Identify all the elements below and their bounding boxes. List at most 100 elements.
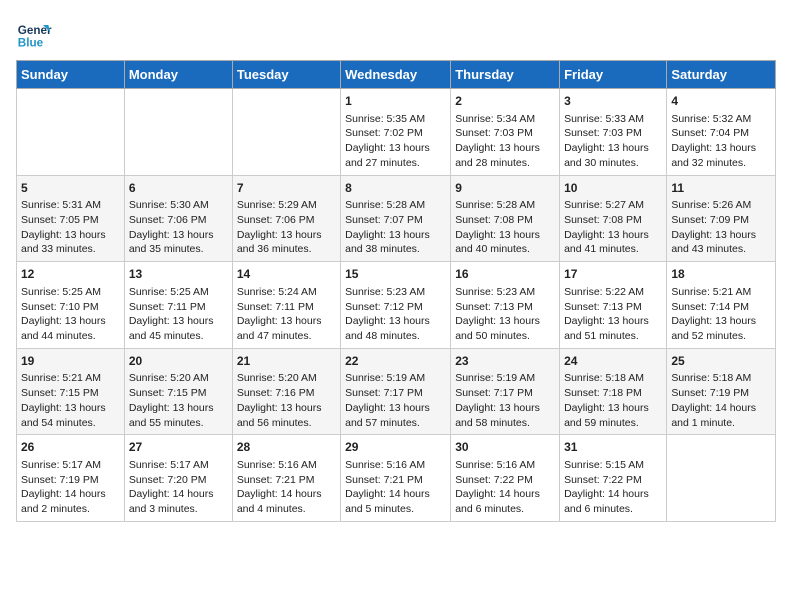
calendar-table: SundayMondayTuesdayWednesdayThursdayFrid… <box>16 60 776 522</box>
daylight-hours: Daylight: 13 hours and 45 minutes. <box>129 314 228 343</box>
sunset-time: Sunset: 7:22 PM <box>564 473 662 488</box>
daylight-hours: Daylight: 14 hours and 4 minutes. <box>237 487 336 516</box>
sunrise-time: Sunrise: 5:17 AM <box>129 458 228 473</box>
sunrise-time: Sunrise: 5:24 AM <box>237 285 336 300</box>
calendar-cell: 7Sunrise: 5:29 AMSunset: 7:06 PMDaylight… <box>232 175 340 262</box>
day-number: 28 <box>237 439 336 456</box>
sunrise-time: Sunrise: 5:22 AM <box>564 285 662 300</box>
daylight-hours: Daylight: 14 hours and 6 minutes. <box>455 487 555 516</box>
sunset-time: Sunset: 7:03 PM <box>564 126 662 141</box>
daylight-hours: Daylight: 13 hours and 36 minutes. <box>237 228 336 257</box>
day-number: 14 <box>237 266 336 283</box>
calendar-cell: 30Sunrise: 5:16 AMSunset: 7:22 PMDayligh… <box>451 435 560 522</box>
weekday-header-monday: Monday <box>124 61 232 89</box>
sunrise-time: Sunrise: 5:32 AM <box>671 112 771 127</box>
sunrise-time: Sunrise: 5:28 AM <box>455 198 555 213</box>
weekday-header-wednesday: Wednesday <box>341 61 451 89</box>
sunrise-time: Sunrise: 5:16 AM <box>455 458 555 473</box>
sunset-time: Sunset: 7:06 PM <box>129 213 228 228</box>
logo: General Blue <box>16 16 52 52</box>
day-number: 17 <box>564 266 662 283</box>
calendar-cell: 31Sunrise: 5:15 AMSunset: 7:22 PMDayligh… <box>560 435 667 522</box>
day-number: 7 <box>237 180 336 197</box>
daylight-hours: Daylight: 14 hours and 3 minutes. <box>129 487 228 516</box>
daylight-hours: Daylight: 13 hours and 50 minutes. <box>455 314 555 343</box>
calendar-cell: 18Sunrise: 5:21 AMSunset: 7:14 PMDayligh… <box>667 262 776 349</box>
daylight-hours: Daylight: 13 hours and 58 minutes. <box>455 401 555 430</box>
sunset-time: Sunset: 7:07 PM <box>345 213 446 228</box>
calendar-cell <box>232 89 340 176</box>
daylight-hours: Daylight: 13 hours and 59 minutes. <box>564 401 662 430</box>
calendar-cell: 20Sunrise: 5:20 AMSunset: 7:15 PMDayligh… <box>124 348 232 435</box>
day-number: 13 <box>129 266 228 283</box>
sunrise-time: Sunrise: 5:28 AM <box>345 198 446 213</box>
calendar-cell: 13Sunrise: 5:25 AMSunset: 7:11 PMDayligh… <box>124 262 232 349</box>
calendar-cell: 26 Sunrise: 5:17 AMSunset: 7:19 PMDayligh… <box>17 435 125 522</box>
sunrise-time: Sunrise: 5:25 AM <box>129 285 228 300</box>
sunrise-time: Sunrise: 5:20 AM <box>237 371 336 386</box>
calendar-cell: 9Sunrise: 5:28 AMSunset: 7:08 PMDaylight… <box>451 175 560 262</box>
daylight-hours: Daylight: 13 hours and 40 minutes. <box>455 228 555 257</box>
day-number: 8 <box>345 180 446 197</box>
sunset-time: Sunset: 7:19 PM <box>21 473 120 488</box>
sunrise-time: Sunrise: 5:16 AM <box>237 458 336 473</box>
day-number: 24 <box>564 353 662 370</box>
sunset-time: Sunset: 7:10 PM <box>21 300 120 315</box>
sunrise-time: Sunrise: 5:27 AM <box>564 198 662 213</box>
daylight-hours: Daylight: 13 hours and 43 minutes. <box>671 228 771 257</box>
calendar-cell: 24Sunrise: 5:18 AMSunset: 7:18 PMDayligh… <box>560 348 667 435</box>
sunset-time: Sunset: 7:19 PM <box>671 386 771 401</box>
sunset-time: Sunset: 7:12 PM <box>345 300 446 315</box>
sunset-time: Sunset: 7:21 PM <box>237 473 336 488</box>
sunrise-time: Sunrise: 5:17 AM <box>21 458 120 473</box>
calendar-cell: 8Sunrise: 5:28 AMSunset: 7:07 PMDaylight… <box>341 175 451 262</box>
sunset-time: Sunset: 7:21 PM <box>345 473 446 488</box>
daylight-hours: Daylight: 13 hours and 47 minutes. <box>237 314 336 343</box>
calendar-cell <box>124 89 232 176</box>
sunset-time: Sunset: 7:17 PM <box>345 386 446 401</box>
daylight-hours: Daylight: 13 hours and 54 minutes. <box>21 401 120 430</box>
daylight-hours: Daylight: 14 hours and 1 minute. <box>671 401 771 430</box>
daylight-hours: Daylight: 13 hours and 51 minutes. <box>564 314 662 343</box>
sunrise-time: Sunrise: 5:20 AM <box>129 371 228 386</box>
sunrise-time: Sunrise: 5:16 AM <box>345 458 446 473</box>
calendar-cell: 28 Sunrise: 5:16 AMSunset: 7:21 PMDayligh… <box>232 435 340 522</box>
day-number: 6 <box>129 180 228 197</box>
sunset-time: Sunset: 7:08 PM <box>564 213 662 228</box>
day-number: 20 <box>129 353 228 370</box>
day-number: 31 <box>564 439 662 456</box>
calendar-cell: 17 Sunrise: 5:22 AMSunset: 7:13 PMDayligh… <box>560 262 667 349</box>
sunrise-time: Sunrise: 5:21 AM <box>21 371 120 386</box>
daylight-hours: Daylight: 13 hours and 41 minutes. <box>564 228 662 257</box>
sunset-time: Sunset: 7:18 PM <box>564 386 662 401</box>
calendar-cell: 29 Sunrise: 5:16 AMSunset: 7:21 PMDayligh… <box>341 435 451 522</box>
daylight-hours: Daylight: 13 hours and 38 minutes. <box>345 228 446 257</box>
sunset-time: Sunset: 7:13 PM <box>564 300 662 315</box>
day-number: 30 <box>455 439 555 456</box>
sunset-time: Sunset: 7:08 PM <box>455 213 555 228</box>
daylight-hours: Daylight: 13 hours and 35 minutes. <box>129 228 228 257</box>
day-number: 3 <box>564 93 662 110</box>
calendar-cell: 4Sunrise: 5:32 AMSunset: 7:04 PMDaylight… <box>667 89 776 176</box>
daylight-hours: Daylight: 14 hours and 5 minutes. <box>345 487 446 516</box>
sunrise-time: Sunrise: 5:35 AM <box>345 112 446 127</box>
calendar-cell: 1Sunrise: 5:35 AMSunset: 7:02 PMDaylight… <box>341 89 451 176</box>
calendar-cell: 15Sunrise: 5:23 AMSunset: 7:12 PMDayligh… <box>341 262 451 349</box>
calendar-cell: 22Sunrise: 5:19 AMSunset: 7:17 PMDayligh… <box>341 348 451 435</box>
sunrise-time: Sunrise: 5:29 AM <box>237 198 336 213</box>
day-number: 9 <box>455 180 555 197</box>
sunrise-time: Sunrise: 5:33 AM <box>564 112 662 127</box>
calendar-cell: 21Sunrise: 5:20 AMSunset: 7:16 PMDayligh… <box>232 348 340 435</box>
sunset-time: Sunset: 7:03 PM <box>455 126 555 141</box>
day-number: 5 <box>21 180 120 197</box>
day-number: 29 <box>345 439 446 456</box>
sunrise-time: Sunrise: 5:21 AM <box>671 285 771 300</box>
sunrise-time: Sunrise: 5:23 AM <box>455 285 555 300</box>
day-number: 25 <box>671 353 771 370</box>
daylight-hours: Daylight: 14 hours and 2 minutes. <box>21 487 120 516</box>
day-number: 26 <box>21 439 120 456</box>
sunset-time: Sunset: 7:02 PM <box>345 126 446 141</box>
sunset-time: Sunset: 7:11 PM <box>237 300 336 315</box>
page-header: General Blue <box>16 16 776 52</box>
sunrise-time: Sunrise: 5:23 AM <box>345 285 446 300</box>
